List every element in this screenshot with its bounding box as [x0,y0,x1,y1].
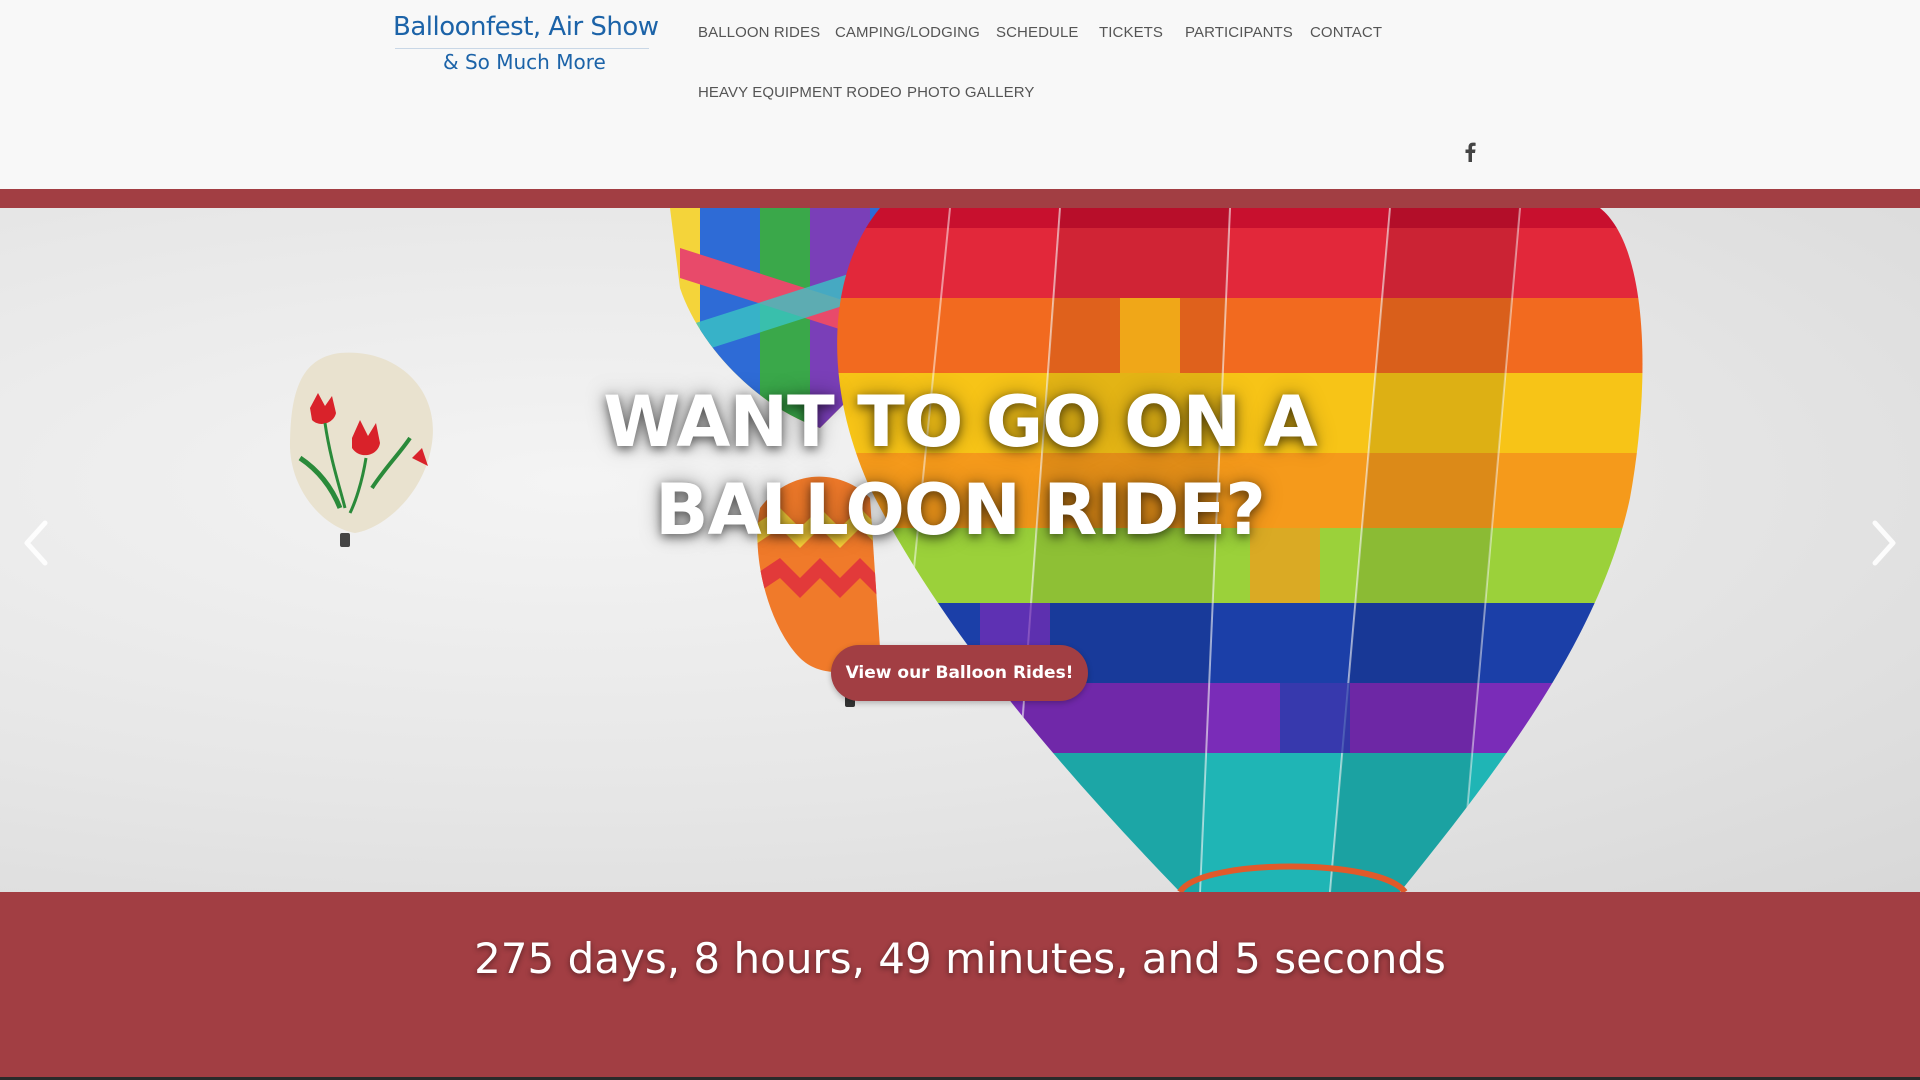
header-accent-band [0,189,1920,208]
nav-participants[interactable]: PARTICIPANTS [1185,24,1293,41]
chevron-right-icon[interactable] [1865,513,1905,573]
logo-divider [395,48,649,49]
nav-balloon-rides[interactable]: BALLOON RIDES [698,24,820,41]
countdown-section: 275 days, 8 hours, 49 minutes, and 5 sec… [0,892,1920,1080]
site-header: Balloonfest, Air Show & So Much More BAL… [0,0,1920,189]
nav-tickets[interactable]: TICKETS [1099,24,1163,41]
nav-schedule[interactable]: SCHEDULE [996,24,1079,41]
chevron-left-icon[interactable] [15,513,55,573]
nav-contact[interactable]: CONTACT [1310,24,1382,41]
nav-photo-gallery[interactable]: PHOTO GALLERY [907,84,1034,101]
tulip-balloon [290,352,433,547]
countdown-timer: 275 days, 8 hours, 49 minutes, and 5 sec… [474,934,1446,983]
site-logo[interactable]: Balloonfest, Air Show & So Much More [393,10,659,78]
view-balloon-rides-button[interactable]: View our Balloon Rides! [831,645,1088,701]
logo-title: Balloonfest, Air Show [393,12,659,42]
nav-camping-lodging[interactable]: CAMPING/LODGING [835,24,980,41]
hero-carousel: WANT TO GO ON A BALLOON RIDE? View our B… [0,208,1920,892]
hero-title: WANT TO GO ON A BALLOON RIDE? [603,381,1318,551]
nav-heavy-equipment-rodeo[interactable]: HEAVY EQUIPMENT RODEO [698,84,902,101]
facebook-icon[interactable] [1463,142,1477,162]
logo-subtitle: & So Much More [443,50,606,74]
